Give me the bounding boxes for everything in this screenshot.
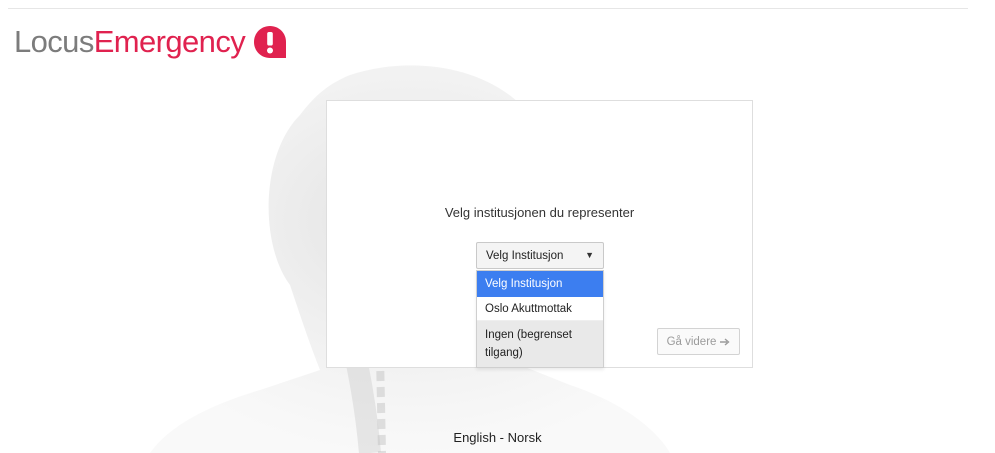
language-separator: - [499,430,505,445]
continue-button[interactable]: Gå videre [657,328,740,355]
institution-dropdown-list: Velg Institusjon Oslo Akuttmottak Ingen … [476,270,604,368]
caret-down-icon: ▼ [585,250,594,260]
institution-prompt: Velg institusjonen du representer [444,205,635,220]
institution-select[interactable]: Velg Institusjon ▼ [476,242,604,269]
exclamation-badge-icon [254,26,287,58]
language-switcher: English - Norsk [0,430,995,445]
language-norsk-link[interactable]: Norsk [508,430,542,445]
language-english-link[interactable]: English [453,430,496,445]
login-card: Velg institusjonen du representer Velg I… [326,100,753,368]
option-ingen-begrenset-tilgang[interactable]: Ingen (begrenset tilgang) [477,321,603,367]
continue-button-label: Gå videre [666,335,717,348]
option-velg-institusjon[interactable]: Velg Institusjon [477,271,603,297]
top-divider [8,8,968,9]
brand-name-locus: Locus [14,24,94,59]
option-oslo-akuttmottak[interactable]: Oslo Akuttmottak [477,297,603,321]
arrow-right-icon [720,337,730,346]
institution-select-value: Velg Institusjon [486,249,564,262]
